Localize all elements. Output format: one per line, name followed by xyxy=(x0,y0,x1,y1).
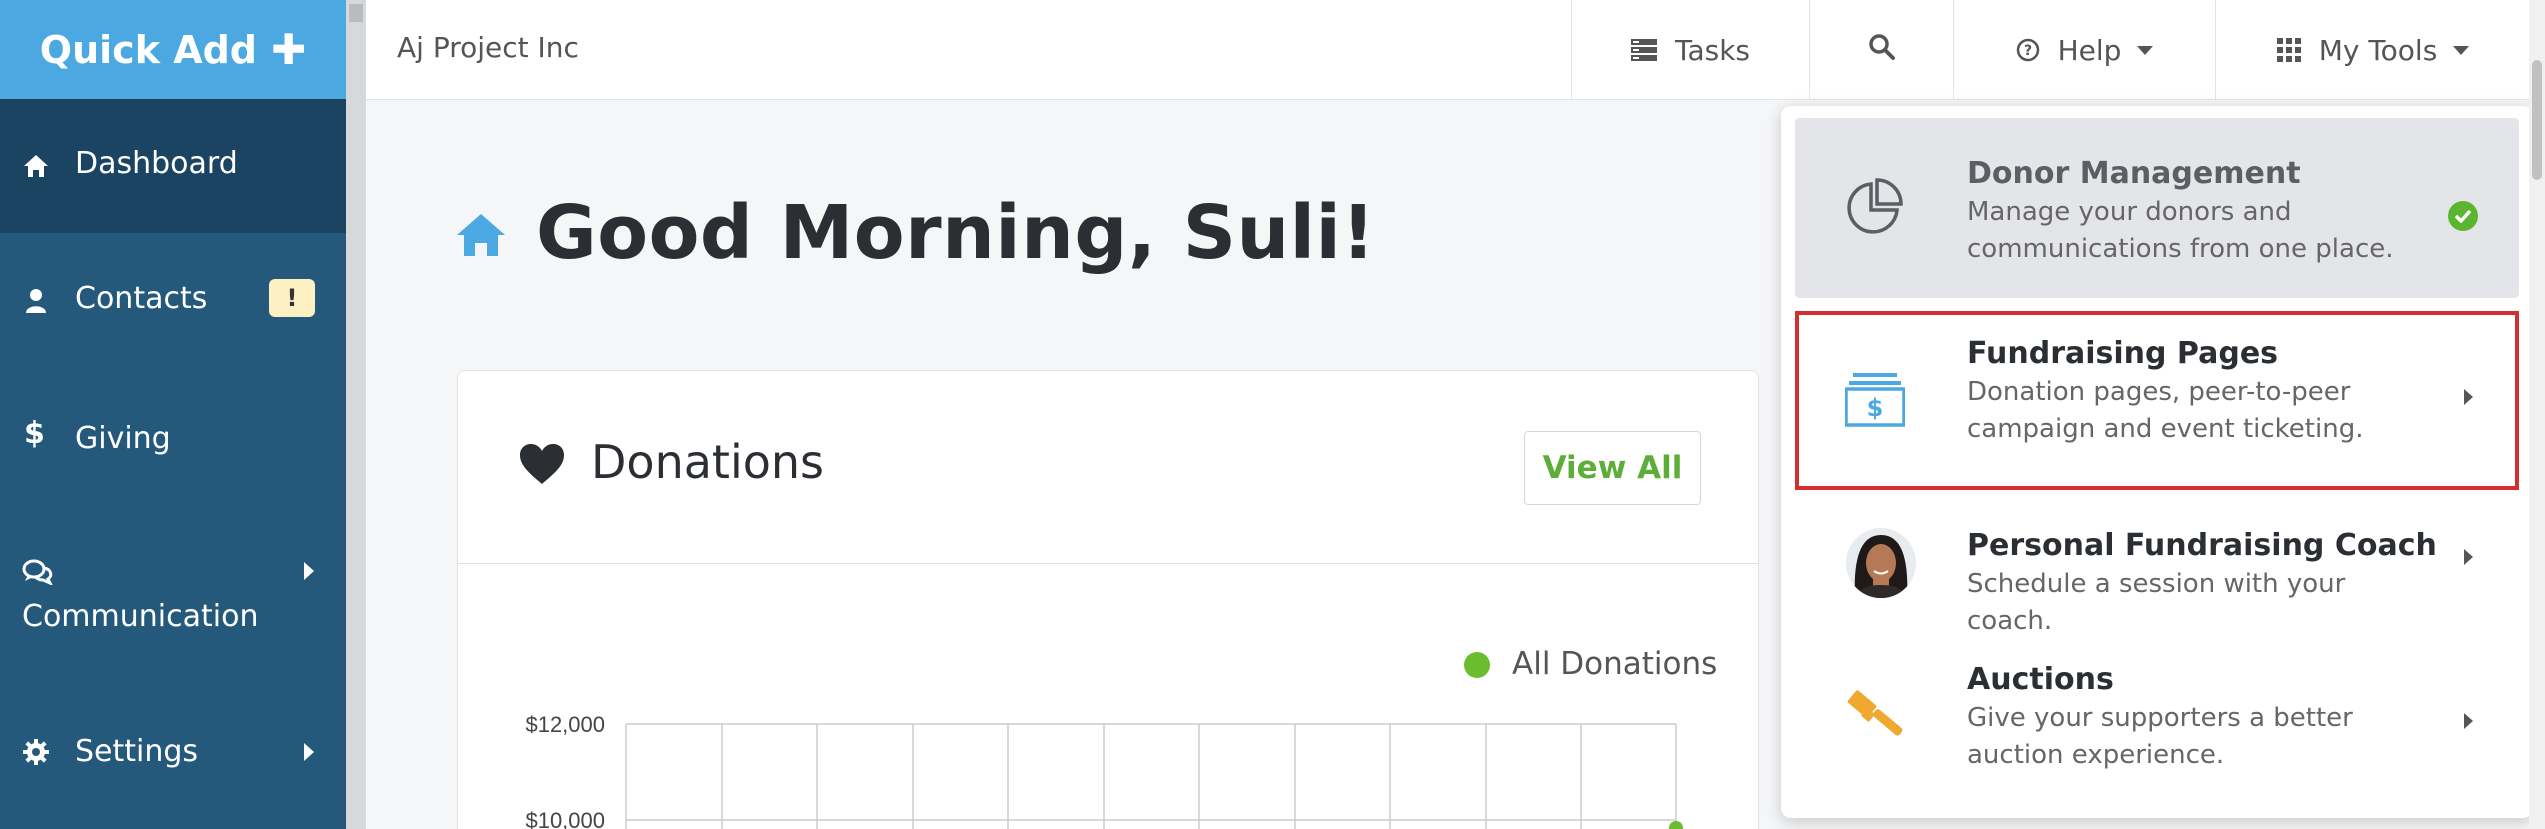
question-circle-icon: ? xyxy=(2016,38,2040,62)
home-icon xyxy=(455,212,507,262)
menu-item-fundraising-pages[interactable]: $ Fundraising Pages Donation pages, peer… xyxy=(1795,311,2519,490)
menu-item-donor-management[interactable]: Donor Management Manage your donors and … xyxy=(1795,118,2519,298)
data-point xyxy=(1669,821,1683,829)
chevron-right-icon xyxy=(2464,389,2473,405)
chevron-right-icon xyxy=(2464,549,2473,565)
caret-down-icon xyxy=(2137,45,2154,55)
tool-description: Give your supporters a better auction ex… xyxy=(1967,703,2353,770)
svg-text:$: $ xyxy=(1867,394,1884,422)
sidebar-item-communication[interactable]: Communication xyxy=(0,503,346,688)
money-stack-icon: $ xyxy=(1844,371,1906,431)
donations-chart: $12,000 $10,000 xyxy=(525,712,1683,829)
legend-label: All Donations xyxy=(1512,646,1718,682)
scrollbar-thumb[interactable] xyxy=(2532,60,2542,180)
sidebar-item-label: Communication xyxy=(22,599,259,634)
menu-item-auctions[interactable]: Auctions Give your supporters a better a… xyxy=(1795,646,2519,806)
card-header: Donations View All xyxy=(458,371,1758,564)
my-tools-menu: Donor Management Manage your donors and … xyxy=(1781,106,2533,818)
vertical-gridlines xyxy=(625,724,1677,829)
tool-title: Personal Fundraising Coach xyxy=(1967,528,2437,563)
organization-name: Aj Project Inc xyxy=(397,31,579,64)
tasks-label: Tasks xyxy=(1674,33,1751,67)
gavel-icon xyxy=(1843,688,1907,756)
user-icon xyxy=(22,287,50,315)
chevron-right-icon xyxy=(2464,713,2473,729)
page-title: Good Morning, Suli! xyxy=(536,190,1376,276)
top-bar: Aj Project Inc Tasks ? Help My Tools xyxy=(366,0,2545,100)
coach-avatar xyxy=(1845,527,1917,603)
sidebar-item-label: Dashboard xyxy=(75,146,238,181)
contacts-alert-badge: ! xyxy=(269,279,315,317)
y-tick-label: $10,000 xyxy=(525,808,605,829)
scrollbar-thumb[interactable] xyxy=(349,4,363,22)
tool-description: Donation pages, peer-to-peer campaign an… xyxy=(1967,377,2364,444)
grid-icon xyxy=(2276,38,2301,62)
check-circle-icon xyxy=(2448,201,2478,231)
tasks-button[interactable]: Tasks xyxy=(1572,0,1809,100)
sidebar-item-label: Settings xyxy=(75,734,199,769)
sidebar-item-label: Giving xyxy=(75,421,171,456)
chat-icon xyxy=(22,558,54,586)
tool-title: Fundraising Pages xyxy=(1967,336,2279,371)
search-button[interactable] xyxy=(1810,0,1953,100)
card-title: Donations xyxy=(591,435,824,489)
dollar-icon: $ xyxy=(24,416,45,451)
heart-icon xyxy=(518,442,566,490)
tool-title: Donor Management xyxy=(1967,156,2301,191)
menu-item-personal-fundraising-coach[interactable]: Personal Fundraising Coach Schedule a se… xyxy=(1795,502,2519,636)
chevron-right-icon xyxy=(304,562,314,580)
tool-title: Auctions xyxy=(1967,662,2114,697)
help-dropdown[interactable]: ? Help xyxy=(1954,0,2215,100)
page-scrollbar[interactable] xyxy=(2529,0,2545,829)
tasks-icon xyxy=(1630,39,1657,61)
tool-description: Schedule a session with your coach. xyxy=(1967,569,2346,636)
tool-description: Manage your donors and communications fr… xyxy=(1967,197,2394,264)
svg-text:?: ? xyxy=(2024,43,2032,59)
sidebar: Quick Add ✚ Dashboard Contacts ! $ Givin… xyxy=(0,0,346,829)
sidebar-item-dashboard[interactable]: Dashboard xyxy=(0,99,346,233)
plus-icon: ✚ xyxy=(271,25,307,74)
help-label: Help xyxy=(2057,33,2122,67)
donations-card: Donations View All All Donations $12,000… xyxy=(457,370,1759,829)
chevron-right-icon xyxy=(304,743,314,761)
pie-chart-icon xyxy=(1845,176,1905,240)
home-icon xyxy=(22,152,50,180)
quick-add-label: Quick Add xyxy=(39,27,258,72)
caret-down-icon xyxy=(2453,45,2470,55)
sidebar-scrollbar[interactable] xyxy=(346,0,366,829)
my-tools-dropdown[interactable]: My Tools xyxy=(2216,0,2530,100)
my-tools-label: My Tools xyxy=(2318,33,2438,67)
sidebar-item-label: Contacts xyxy=(75,281,208,316)
sidebar-item-giving[interactable]: $ Giving xyxy=(0,368,346,503)
search-icon xyxy=(1868,33,1895,67)
gear-icon xyxy=(22,738,50,766)
quick-add-button[interactable]: Quick Add ✚ xyxy=(0,0,346,99)
sidebar-item-settings[interactable]: Settings xyxy=(0,688,346,829)
y-tick-label: $12,000 xyxy=(525,712,605,737)
view-all-button[interactable]: View All xyxy=(1524,431,1701,505)
legend-marker xyxy=(1464,652,1490,678)
